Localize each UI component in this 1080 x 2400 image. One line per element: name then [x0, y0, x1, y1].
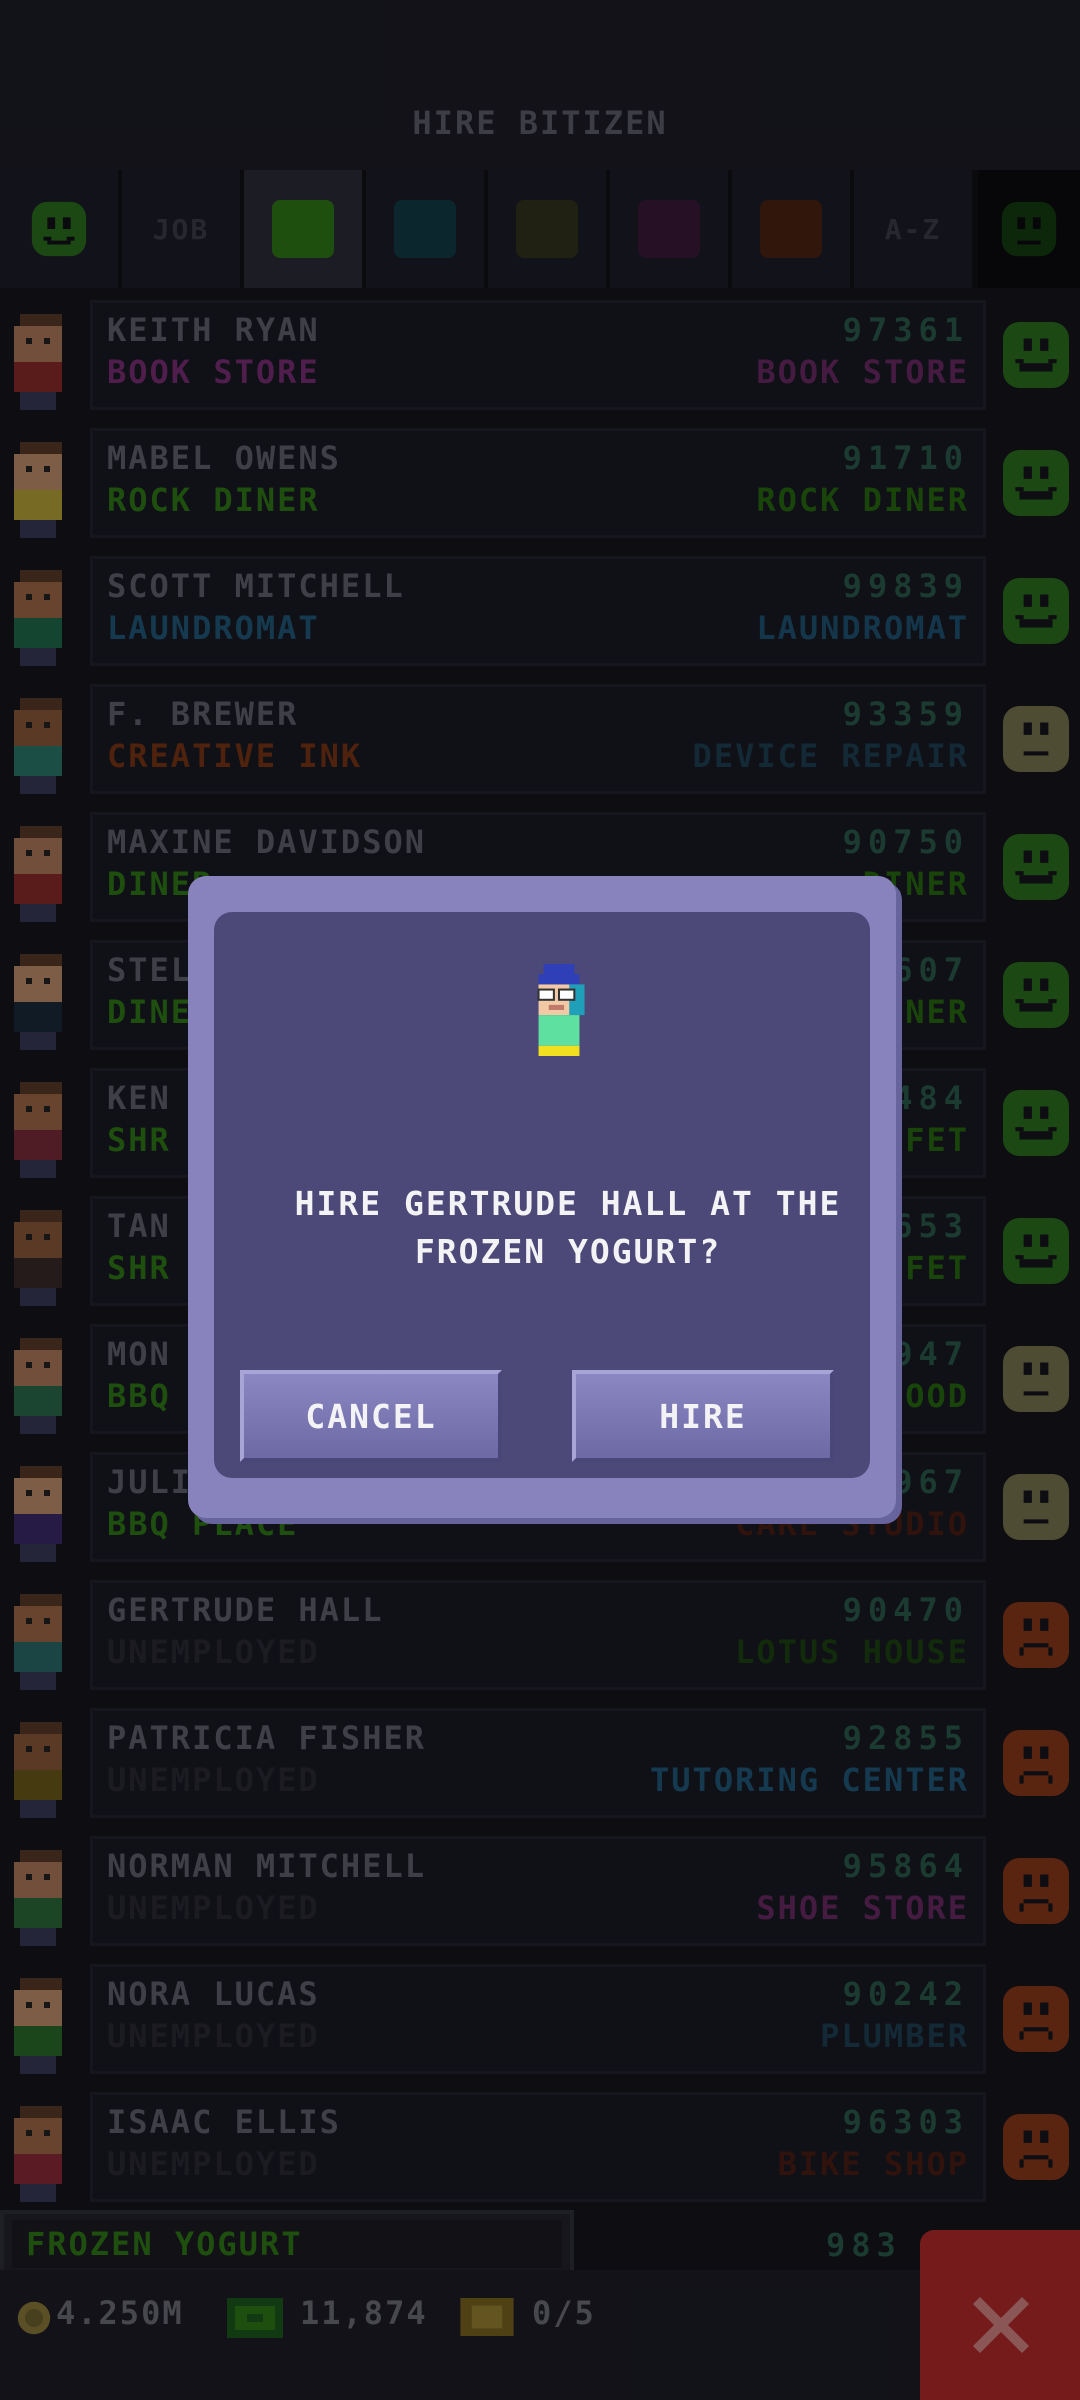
cancel-button[interactable]: CANCEL: [240, 1370, 502, 1462]
hire-button[interactable]: HIRE: [572, 1370, 834, 1462]
dialog-message: HIRE GERTRUDE HALL AT THE FROZEN YOGURT?: [294, 1184, 842, 1271]
bitizen-avatar: [537, 964, 585, 1056]
